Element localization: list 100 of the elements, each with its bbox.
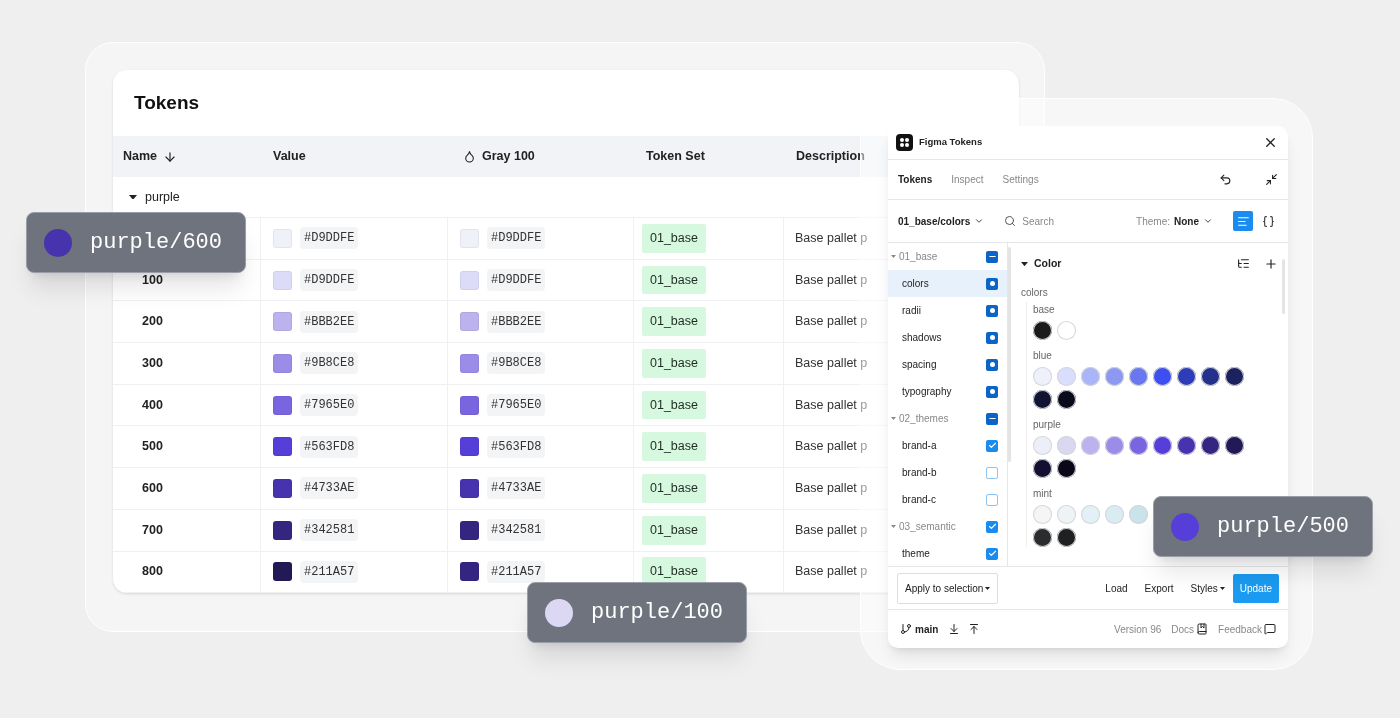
color-swatch[interactable] xyxy=(1057,366,1076,386)
app-logo-icon xyxy=(896,134,913,151)
token-set-item[interactable]: colors xyxy=(888,270,1007,297)
token-set-item[interactable]: brand-c xyxy=(888,486,1007,513)
checkbox[interactable] xyxy=(986,331,998,344)
color-swatch[interactable] xyxy=(1153,435,1172,455)
checkbox[interactable] xyxy=(986,385,998,398)
color-swatch[interactable] xyxy=(1057,504,1076,524)
token-set-item[interactable]: brand-b xyxy=(888,459,1007,486)
color-swatch[interactable] xyxy=(1105,504,1124,524)
color-swatch[interactable] xyxy=(1177,366,1196,386)
column-header: Description xyxy=(796,148,865,166)
theme-dropdown[interactable]: Theme: None xyxy=(1136,213,1213,229)
token-label: purple/100 xyxy=(591,599,724,627)
push-icon[interactable] xyxy=(968,623,981,635)
hex-code: #4733AE xyxy=(487,477,546,500)
color-swatch[interactable] xyxy=(1129,435,1148,455)
table-title: Tokens xyxy=(134,90,200,115)
color-swatch[interactable] xyxy=(1129,504,1148,524)
color-swatch[interactable] xyxy=(1057,458,1076,478)
color-swatch[interactable] xyxy=(1153,366,1172,386)
color-swatch[interactable] xyxy=(1177,435,1196,455)
color-swatch[interactable] xyxy=(1081,504,1100,524)
checkbox[interactable] xyxy=(986,547,998,560)
token-set-item[interactable]: shadows xyxy=(888,324,1007,351)
color-swatch[interactable] xyxy=(1057,389,1076,409)
checkbox[interactable] xyxy=(986,439,998,452)
search-field[interactable]: Search xyxy=(1022,213,1103,229)
color-swatch[interactable] xyxy=(1081,435,1100,455)
color-swatch[interactable] xyxy=(1033,435,1052,455)
checkbox[interactable] xyxy=(986,466,998,479)
color-swatch[interactable] xyxy=(1105,435,1124,455)
color-swatch[interactable] xyxy=(1225,435,1244,455)
checkbox[interactable] xyxy=(986,412,998,425)
token-name: 400 xyxy=(142,396,163,414)
tab[interactable]: Inspect xyxy=(951,172,984,187)
token-set-item[interactable]: 03_semantic xyxy=(888,513,1007,540)
token-set-item[interactable]: brand-a xyxy=(888,432,1007,459)
hex-code: #D9DDFE xyxy=(300,227,359,250)
group-label: purple xyxy=(145,188,180,206)
checkbox[interactable] xyxy=(986,493,998,506)
checkbox[interactable] xyxy=(986,520,998,533)
color-swatch[interactable] xyxy=(1057,527,1076,547)
feedback-link[interactable]: Feedback xyxy=(1218,621,1276,637)
docs-link[interactable]: Docs xyxy=(1171,621,1209,637)
color-swatch[interactable] xyxy=(1057,435,1076,455)
close-icon[interactable] xyxy=(1263,135,1278,150)
token-set-item[interactable]: spacing xyxy=(888,351,1007,378)
color-swatch[interactable] xyxy=(1201,366,1220,386)
color-swatch[interactable] xyxy=(1033,527,1052,547)
branch-name[interactable]: main xyxy=(915,621,939,637)
column-header: Value xyxy=(273,148,306,166)
version-text: Version 96 xyxy=(1114,622,1162,637)
token-set-item[interactable]: 02_themes xyxy=(888,405,1007,432)
color-swatch[interactable] xyxy=(1201,435,1220,455)
color-swatch[interactable] xyxy=(1033,458,1052,478)
action-button[interactable]: Load xyxy=(1105,580,1128,596)
token-set-dropdown[interactable]: 01_base/colors xyxy=(898,213,985,229)
hex-code: #342581 xyxy=(300,519,359,542)
color-swatch[interactable] xyxy=(1033,504,1052,524)
undo-icon[interactable] xyxy=(1219,173,1232,186)
checkbox[interactable] xyxy=(986,250,998,263)
token-set-item[interactable]: theme xyxy=(888,540,1007,566)
token-set-tag: 01_base xyxy=(642,390,706,420)
color-swatch[interactable] xyxy=(1129,366,1148,386)
tab[interactable]: Settings xyxy=(1002,172,1039,187)
color-swatch[interactable] xyxy=(1033,366,1052,386)
caret-icon[interactable] xyxy=(1021,261,1028,266)
pull-icon[interactable] xyxy=(948,623,961,635)
column-header: Token Set xyxy=(646,148,705,166)
checkbox[interactable] xyxy=(986,358,998,371)
column-header[interactable]: Name xyxy=(123,147,158,166)
color-swatch[interactable] xyxy=(1225,366,1244,386)
hex-code: #BBB2EE xyxy=(300,310,359,333)
token-set-item[interactable]: typography xyxy=(888,378,1007,405)
apply-dropdown[interactable]: Apply to selection xyxy=(897,572,999,604)
hex-code: #211A57 xyxy=(300,560,359,583)
caret-icon[interactable] xyxy=(129,194,137,200)
color-swatch[interactable] xyxy=(1033,389,1052,409)
droplet-icon xyxy=(463,150,476,163)
branch-icon[interactable] xyxy=(900,623,912,635)
description-text: Base pallet p xyxy=(795,521,868,539)
action-button[interactable]: Export xyxy=(1144,580,1174,596)
checkbox[interactable] xyxy=(986,304,998,317)
styles-dropdown[interactable]: Styles xyxy=(1190,580,1225,596)
add-icon[interactable] xyxy=(1264,256,1278,271)
list-icon[interactable] xyxy=(1237,257,1250,271)
token-set-item[interactable]: radii xyxy=(888,297,1007,324)
color-swatch[interactable] xyxy=(1081,366,1100,386)
color-swatch[interactable] xyxy=(1033,320,1052,340)
group-label: blue xyxy=(1033,348,1053,363)
description-text: Base pallet p xyxy=(795,438,868,456)
color-swatch[interactable] xyxy=(1105,366,1124,386)
collapse-icon[interactable] xyxy=(1265,173,1278,186)
token-set-item[interactable]: 01_base xyxy=(888,243,1007,270)
token-set-tag: 01_base xyxy=(642,223,706,253)
list-view-button[interactable] xyxy=(1233,211,1253,231)
tab[interactable]: Tokens xyxy=(898,172,933,187)
color-swatch[interactable] xyxy=(1057,320,1076,340)
checkbox[interactable] xyxy=(986,277,998,290)
